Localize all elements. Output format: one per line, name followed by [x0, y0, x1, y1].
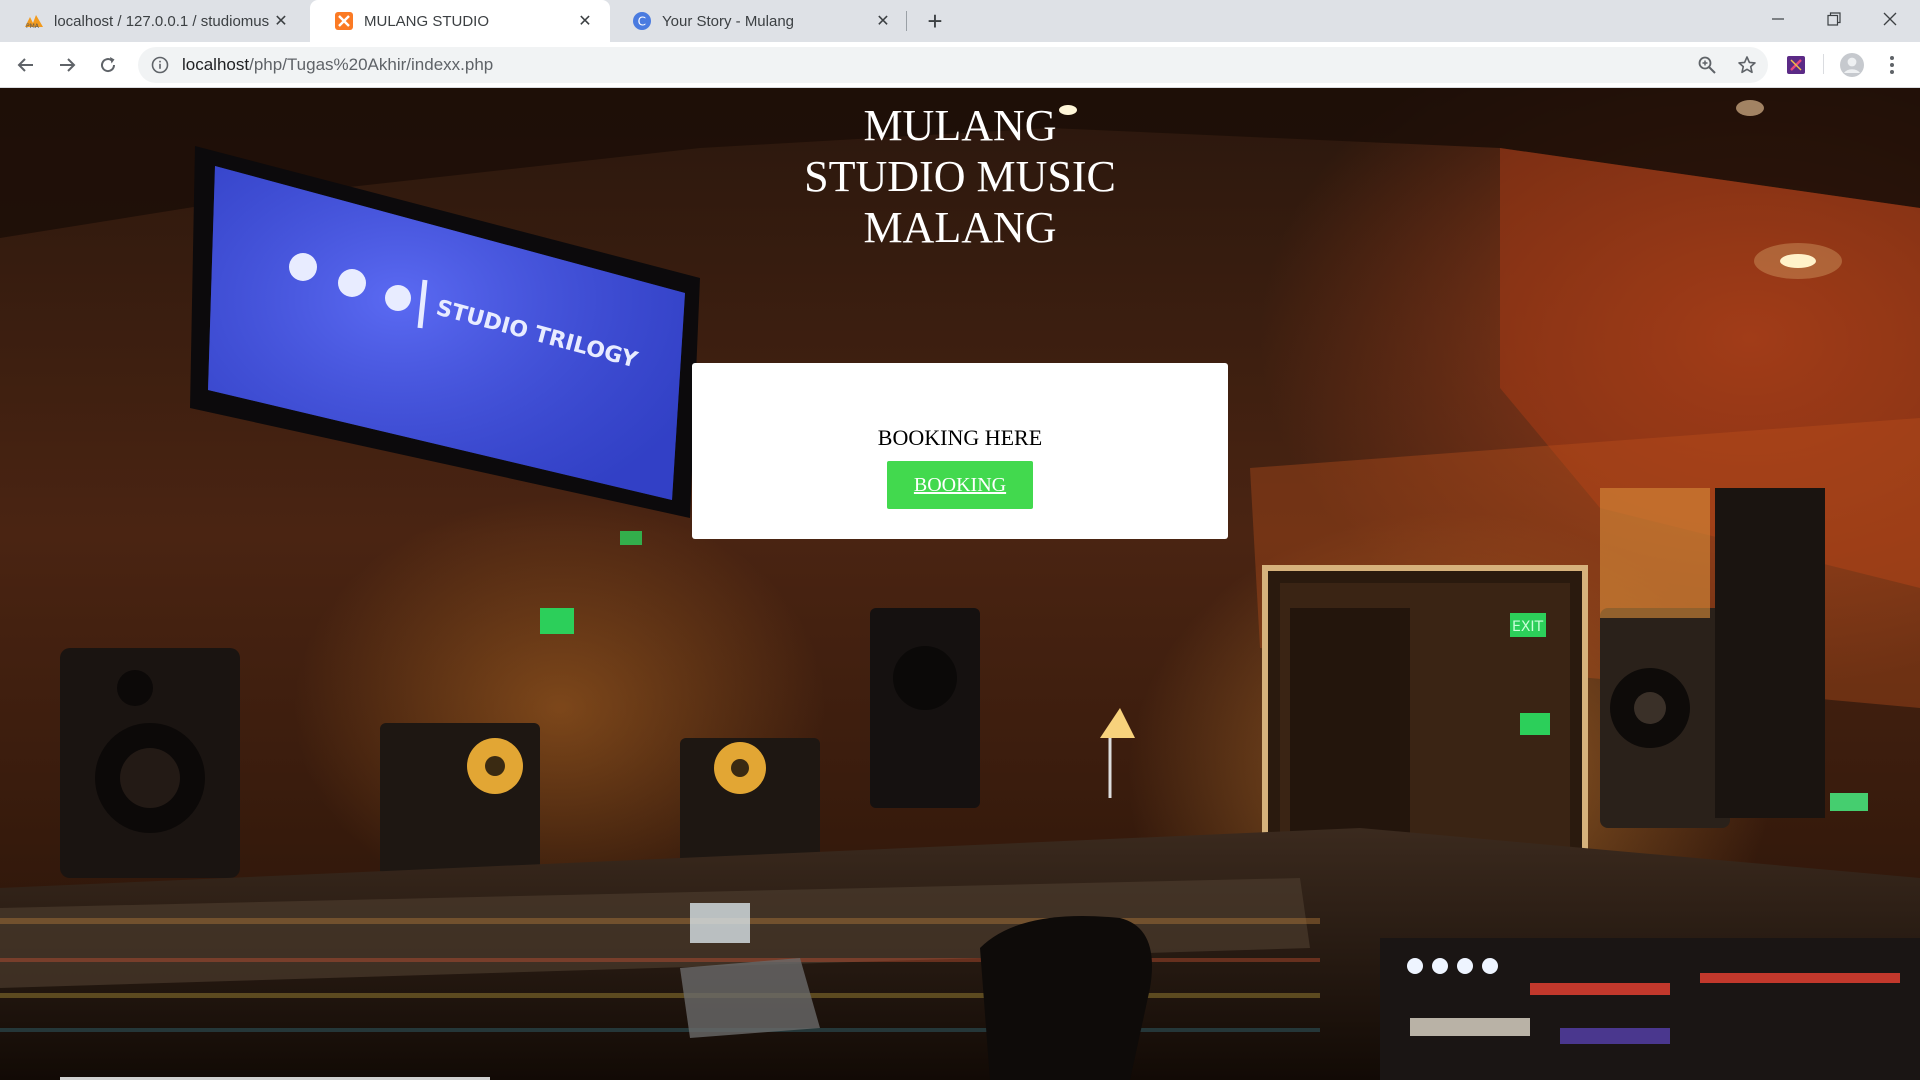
menu-kebab-icon[interactable]: [1876, 49, 1908, 81]
c-icon: C: [632, 11, 652, 31]
restore-icon[interactable]: [1806, 0, 1862, 38]
tab-your-story[interactable]: C Your Story - Mulang ✕: [608, 0, 908, 42]
extension-icon[interactable]: [1780, 49, 1812, 81]
tab-title: Your Story - Mulang: [662, 12, 795, 30]
tab-title: localhost / 127.0.0.1 / studiomusic: [54, 12, 270, 30]
url-path: /php/Tugas%20Akhir/indexx.php: [249, 55, 494, 74]
close-tab-icon[interactable]: ✕: [872, 10, 894, 32]
profile-avatar-icon[interactable]: [1836, 49, 1868, 81]
minimize-icon[interactable]: [1750, 0, 1806, 38]
svg-text:PMA: PMA: [26, 23, 40, 29]
phpmyadmin-icon: PMA: [24, 11, 44, 31]
close-window-icon[interactable]: [1862, 0, 1918, 38]
svg-text:C: C: [638, 14, 646, 28]
tab-phpmyadmin[interactable]: PMA localhost / 127.0.0.1 / studiomusic …: [0, 0, 306, 42]
title-line: MULANG: [863, 101, 1057, 150]
reload-icon[interactable]: [92, 49, 124, 81]
close-tab-icon[interactable]: ✕: [574, 10, 596, 32]
browser-toolbar: localhost/php/Tugas%20Akhir/indexx.php: [0, 42, 1920, 88]
svg-text:EXIT: EXIT: [1512, 619, 1544, 635]
info-icon[interactable]: [150, 55, 170, 75]
xampp-icon: [334, 11, 354, 31]
back-icon[interactable]: [10, 49, 42, 81]
booking-label: BOOKING HERE: [877, 425, 1043, 450]
bookmark-star-icon[interactable]: [1732, 47, 1762, 83]
booking-card: BOOKING HERE BOOKING: [692, 363, 1228, 539]
tab-title: MULANG STUDIO: [364, 12, 490, 30]
title-line: STUDIO MUSIC: [804, 152, 1116, 201]
url-text: localhost/php/Tugas%20Akhir/indexx.php: [182, 55, 493, 75]
new-tab-button[interactable]: +: [920, 6, 950, 36]
page-viewport: STUDIO TRILOGY EXIT MULANG STUDIO MUSIC …: [0, 88, 1920, 1080]
page-title: MULANG STUDIO MUSIC MALANG: [760, 100, 1160, 253]
booking-button[interactable]: BOOKING: [887, 461, 1033, 509]
tab-strip: PMA localhost / 127.0.0.1 / studiomusic …: [0, 0, 1920, 42]
zoom-icon[interactable]: [1692, 47, 1722, 83]
url-host: localhost: [182, 55, 250, 74]
forward-icon[interactable]: [51, 49, 83, 81]
tab-separator: [906, 11, 907, 31]
address-bar[interactable]: localhost/php/Tugas%20Akhir/indexx.php: [138, 47, 1768, 83]
tab-mulang-studio[interactable]: MULANG STUDIO ✕: [310, 0, 610, 42]
toolbar-separator: [1823, 54, 1824, 74]
title-line: MALANG: [863, 203, 1057, 252]
close-tab-icon[interactable]: ✕: [270, 10, 292, 32]
